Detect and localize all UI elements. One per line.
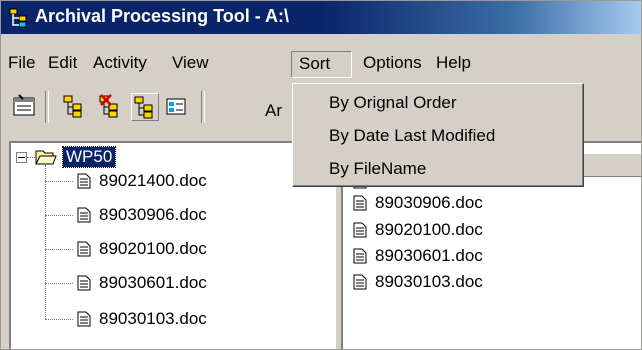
- menu-help[interactable]: Help: [429, 50, 478, 76]
- list-file-row[interactable]: 89030103.doc: [353, 270, 483, 294]
- menu-options[interactable]: Options: [356, 50, 429, 76]
- document-icon: [77, 241, 91, 257]
- tree-file-row[interactable]: 89021400.doc: [77, 168, 207, 194]
- document-icon: [77, 311, 91, 327]
- properties-icon: [13, 94, 35, 116]
- collapse-toggle[interactable]: [16, 152, 27, 163]
- title-bar[interactable]: Archival Processing Tool - A:\: [1, 1, 641, 34]
- tree-yellow-icon: [63, 95, 82, 118]
- tree-file-row[interactable]: 89030906.doc: [77, 202, 207, 228]
- list-view-button[interactable]: [163, 93, 191, 121]
- tree-delete-button[interactable]: [97, 93, 125, 121]
- menu-view[interactable]: View: [165, 50, 216, 76]
- tree-file-label: 89020100.doc: [99, 239, 207, 258]
- document-icon: [353, 195, 367, 211]
- document-icon: [353, 274, 367, 290]
- tree-connector: [45, 165, 46, 319]
- tree-file-row[interactable]: 89030601.doc: [77, 270, 207, 296]
- list-file-label: 89030103.doc: [375, 272, 483, 291]
- window-title: Archival Processing Tool - A:\: [35, 6, 290, 26]
- menu-sort[interactable]: Sort: [291, 51, 352, 78]
- menu-bar: File Edit Activity View Sort Options Hel…: [1, 46, 641, 78]
- tree-connector: [45, 215, 73, 216]
- tree-file-label: 89030906.doc: [99, 205, 207, 224]
- tree-file-label: 89021400.doc: [99, 171, 207, 190]
- document-icon: [353, 222, 367, 238]
- tree-expand-button[interactable]: [131, 93, 159, 121]
- tree-yellow-pressed-icon: [134, 96, 153, 119]
- tree-file-label: 89030103.doc: [99, 309, 207, 328]
- tree-root-row[interactable]: WP50: [35, 144, 117, 170]
- list-file-label: 89030601.doc: [375, 246, 483, 265]
- document-icon: [353, 248, 367, 264]
- menu-file[interactable]: File: [1, 50, 42, 76]
- list-file-row[interactable]: 89030906.doc: [353, 191, 483, 215]
- sort-by-original-order[interactable]: By Orignal Order: [329, 93, 457, 113]
- toolbar-separator: [201, 91, 205, 123]
- toolbar-path-label: Ar: [265, 101, 282, 120]
- list-view-icon: [166, 98, 186, 115]
- tree-root-label: WP50: [61, 146, 117, 168]
- menu-activity[interactable]: Activity: [86, 50, 154, 76]
- app-tree-icon: [9, 8, 27, 28]
- sort-by-filename[interactable]: By FileName: [329, 159, 426, 179]
- list-file-row[interactable]: 89030601.doc: [353, 244, 483, 268]
- sort-dropdown-menu: By Orignal Order By Date Last Modified B…: [292, 83, 584, 187]
- folder-tree[interactable]: WP50 89021400.doc 89030906.doc 89020100.…: [9, 141, 336, 349]
- tree-file-row[interactable]: 89030103.doc: [77, 306, 207, 332]
- list-file-label: 89030906.doc: [375, 193, 483, 212]
- toolbar-separator: [45, 91, 49, 123]
- tree-connector: [45, 283, 73, 284]
- tree-file-row[interactable]: 89020100.doc: [77, 236, 207, 262]
- open-folder-icon: [35, 150, 57, 165]
- tree-connector: [45, 319, 73, 320]
- list-file-label: 89020100.doc: [375, 220, 483, 239]
- properties-button[interactable]: [11, 93, 39, 121]
- list-file-row[interactable]: 89020100.doc: [353, 218, 483, 242]
- tree-connector: [45, 249, 73, 250]
- tree-file-label: 89030601.doc: [99, 273, 207, 292]
- document-icon: [77, 207, 91, 223]
- tree-connector: [27, 157, 35, 158]
- menu-edit[interactable]: Edit: [41, 50, 84, 76]
- document-icon: [77, 275, 91, 291]
- tree-red-icon: [99, 94, 118, 118]
- document-icon: [77, 173, 91, 189]
- sort-by-date-modified[interactable]: By Date Last Modified: [329, 126, 495, 146]
- tree-view-button[interactable]: [61, 93, 89, 121]
- application-window: Archival Processing Tool - A:\ File Edit…: [0, 0, 642, 350]
- tree-connector: [45, 181, 73, 182]
